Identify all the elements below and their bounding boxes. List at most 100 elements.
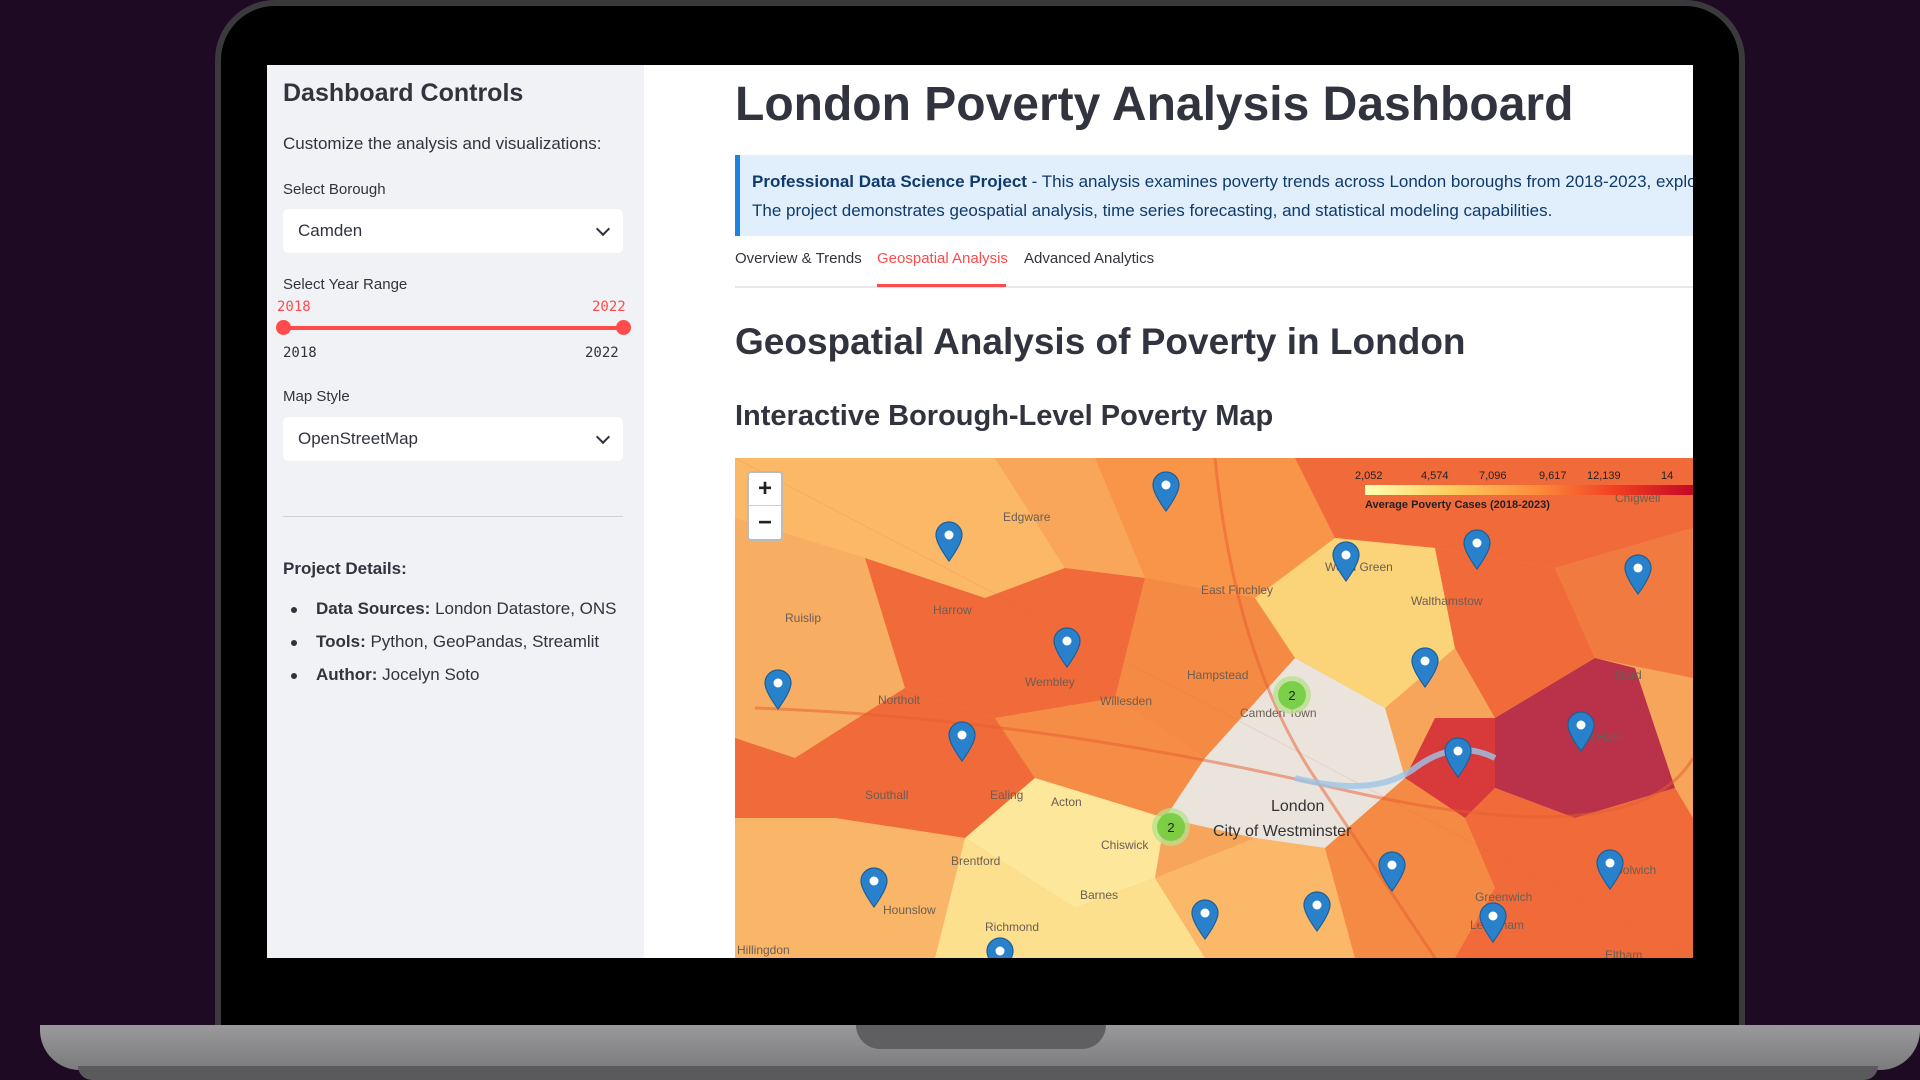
map-style-select[interactable]: OpenStreetMap [283, 417, 623, 461]
map-place-label: Chiswick [1101, 838, 1149, 852]
zoom-out-button[interactable]: − [749, 506, 781, 539]
laptop-notch [856, 1025, 1106, 1049]
project-details-list: Data Sources: London Datastore, ONS Tool… [283, 598, 617, 697]
map-place-label: Edgware [1003, 510, 1051, 524]
active-tab-indicator [877, 284, 1006, 287]
map-style-select-value: OpenStreetMap [298, 429, 419, 448]
legend-color-scale [1365, 485, 1693, 495]
map-place-label: Brentford [951, 854, 1001, 868]
map-place-label: Acton [1051, 795, 1082, 809]
map-style-label: Map Style [283, 388, 350, 405]
map-place-label: Harrow [933, 603, 972, 617]
map-marker-pin-icon[interactable] [1052, 626, 1082, 668]
section-title: Geospatial Analysis of Poverty in London [735, 321, 1466, 362]
map-place-label: Hillingdon [737, 943, 790, 957]
info-text-line2: The project demonstrates geospatial anal… [752, 201, 1553, 220]
detail-key: Tools: [316, 632, 366, 651]
map-place-label: Ilford [1615, 668, 1642, 682]
map-marker-pin-icon[interactable] [1623, 553, 1653, 595]
map-place-label: Ealing [990, 788, 1024, 802]
map-marker-pin-icon[interactable] [1595, 848, 1625, 890]
map-marker-pin-icon[interactable] [1462, 528, 1492, 570]
detail-key: Author: [316, 665, 378, 684]
chevron-down-icon [595, 429, 611, 444]
list-item: Tools: Python, GeoPandas, Streamlit [283, 631, 617, 664]
legend-tick: 12,139 [1587, 470, 1621, 482]
map-marker-pin-icon[interactable] [1566, 710, 1596, 752]
year-range-slider[interactable] [283, 326, 623, 330]
map-title: Interactive Borough-Level Poverty Map [735, 400, 1274, 432]
map-place-label: Willesden [1100, 694, 1153, 708]
sidebar-title: Dashboard Controls [283, 79, 524, 107]
legend-tick: 4,574 [1421, 470, 1449, 482]
map-place-label: Walthamstow [1411, 594, 1483, 608]
legend-tick: 14 [1661, 470, 1674, 482]
project-details-title: Project Details: [283, 559, 407, 578]
map-marker-pin-icon[interactable] [1377, 850, 1407, 892]
map-place-label: Barnes [1080, 888, 1119, 902]
map-marker-pin-icon[interactable] [1302, 890, 1332, 932]
map-place-label: Hampstead [1187, 668, 1249, 682]
map-place-label: Richmond [985, 920, 1040, 934]
tab-bar: Overview & Trends Geospatial Analysis Ad… [735, 248, 1693, 288]
marker-cluster[interactable]: 2 [1273, 676, 1311, 714]
tab-advanced-analytics[interactable]: Advanced Analytics [1024, 250, 1154, 267]
detail-value: London Datastore, ONS [435, 599, 617, 618]
year-max-label: 2022 [585, 345, 619, 361]
map-place-label: Eltham [1605, 948, 1643, 958]
map-marker-pin-icon[interactable] [1190, 898, 1220, 940]
map-marker-pin-icon[interactable] [1151, 470, 1181, 512]
map-place-label: East Finchley [1201, 583, 1274, 597]
map-marker-pin-icon[interactable] [763, 668, 793, 710]
sidebar-divider [283, 516, 623, 517]
detail-key: Data Sources: [316, 599, 431, 618]
legend-tick: 2,052 [1355, 470, 1383, 482]
list-item: Data Sources: London Datastore, ONS [283, 598, 617, 631]
main-content: London Poverty Analysis Dashboard Profes… [644, 65, 1693, 958]
sidebar-subtitle: Customize the analysis and visualization… [283, 134, 602, 153]
map-place-label: City of Westminster [1213, 823, 1352, 840]
map-place-label: Hounslow [883, 903, 936, 917]
map-marker-pin-icon[interactable] [1478, 901, 1508, 943]
zoom-control: + − [747, 471, 783, 541]
map-marker-pin-icon[interactable] [1443, 736, 1473, 778]
map-place-label: Northolt [878, 693, 921, 707]
detail-value: Jocelyn Soto [382, 665, 480, 684]
info-text: - This analysis examines poverty trends … [1026, 172, 1693, 191]
map-marker-pin-icon[interactable] [1410, 646, 1440, 688]
laptop-base-edge [78, 1066, 1878, 1080]
map-marker-pin-icon[interactable] [985, 936, 1015, 958]
map-place-label: Wembley [1025, 675, 1075, 689]
map-place-label: Ruislip [785, 611, 822, 625]
legend-tick: 7,096 [1479, 470, 1507, 482]
cluster-count: 2 [1157, 813, 1185, 841]
borough-select-value: Camden [298, 221, 363, 240]
chevron-down-icon [595, 221, 611, 236]
year-slider-low-handle[interactable] [276, 320, 291, 335]
year-high-value: 2022 [592, 299, 626, 315]
marker-cluster[interactable]: 2 [1152, 808, 1190, 846]
info-bold: Professional Data Science Project [752, 172, 1027, 191]
map-legend: 2,052 4,574 7,096 9,617 12,139 14 Averag… [1355, 470, 1693, 511]
year-range-label: Select Year Range [283, 276, 408, 293]
tab-overview-trends[interactable]: Overview & Trends [735, 250, 862, 267]
map-marker-pin-icon[interactable] [859, 866, 889, 908]
cluster-count: 2 [1278, 681, 1306, 709]
borough-label: Select Borough [283, 181, 386, 198]
detail-value: Python, GeoPandas, Streamlit [370, 632, 600, 651]
borough-select[interactable]: Camden [283, 209, 623, 253]
poverty-map[interactable]: Edgware Harrow Ruislip Wembley Willesden… [735, 458, 1693, 958]
year-low-value: 2018 [277, 299, 311, 315]
map-place-label: Southall [865, 788, 909, 802]
map-marker-pin-icon[interactable] [1331, 540, 1361, 582]
zoom-in-button[interactable]: + [749, 473, 781, 506]
tab-geospatial-analysis[interactable]: Geospatial Analysis [877, 250, 1008, 267]
info-callout: Professional Data Science Project - This… [735, 155, 1693, 236]
page-title: London Poverty Analysis Dashboard [735, 78, 1574, 131]
year-slider-high-handle[interactable] [616, 320, 631, 335]
list-item: Author: Jocelyn Soto [283, 664, 617, 697]
app-screen: Dashboard Controls Customize the analysi… [267, 65, 1693, 958]
sidebar: Dashboard Controls Customize the analysi… [267, 65, 644, 958]
map-marker-pin-icon[interactable] [934, 520, 964, 562]
map-marker-pin-icon[interactable] [947, 720, 977, 762]
